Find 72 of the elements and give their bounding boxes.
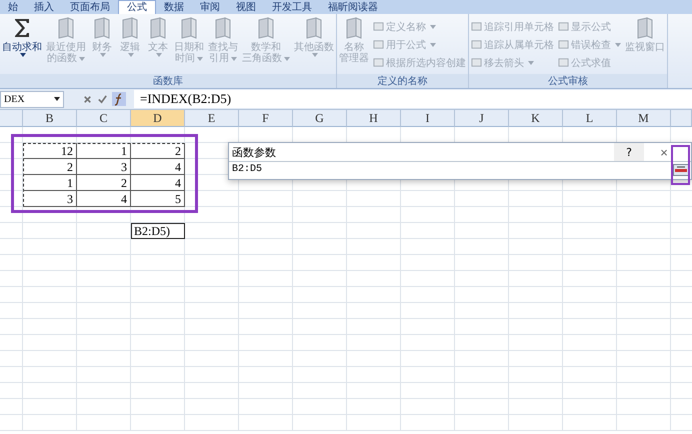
table-cell: 2: [131, 143, 185, 159]
column-header[interactable]: C: [77, 110, 131, 127]
cell-editor[interactable]: B2:D5): [131, 223, 185, 239]
column-header[interactable]: I: [401, 110, 455, 127]
formula-field[interactable]: =INDEX(B2:D5): [134, 90, 692, 108]
table-cell: 4: [77, 191, 131, 207]
close-button[interactable]: ×: [658, 143, 670, 161]
table-cell: 1: [23, 175, 77, 191]
ribbon-tab[interactable]: 页面布局: [62, 1, 118, 14]
caret-icon: [312, 53, 318, 57]
highlight-frame: [671, 145, 690, 185]
function-icon[interactable]: [112, 92, 126, 106]
table-cell: 2: [77, 175, 131, 191]
caret-icon: [430, 42, 436, 46]
table-cell: 3: [23, 191, 77, 207]
command-icon: [471, 21, 482, 32]
column-header[interactable]: D: [131, 110, 185, 127]
caret-icon: [128, 53, 134, 57]
caret-icon: [79, 56, 85, 60]
name-box[interactable]: DEX: [0, 90, 64, 108]
dialog-title: 函数参数: [231, 144, 277, 160]
column-header[interactable]: K: [509, 110, 563, 127]
table-cell: 3: [77, 159, 131, 175]
ribbon-tab[interactable]: 公式: [118, 0, 156, 14]
caret-icon: [430, 24, 436, 28]
table-cell: 5: [131, 191, 185, 207]
group-label: 公式审核: [469, 74, 667, 88]
table-cell: 4: [131, 159, 185, 175]
group-label: 定义的名称: [337, 74, 468, 88]
ribbon-tab[interactable]: 始: [0, 1, 26, 14]
command-icon: [373, 57, 384, 68]
input-field[interactable]: B2:D5: [229, 162, 673, 178]
caret-icon: [284, 56, 290, 60]
column-header[interactable]: E: [185, 110, 239, 127]
caret-icon: [528, 60, 534, 64]
column-header[interactable]: M: [617, 110, 671, 127]
column-header[interactable]: F: [239, 110, 293, 127]
ribbon-button[interactable]: 自动求和: [0, 15, 44, 57]
column-header[interactable]: B: [23, 110, 77, 127]
command-icon: [471, 39, 482, 50]
command-icon: [471, 57, 482, 68]
ribbon-tab[interactable]: 视图: [228, 1, 264, 14]
caret-icon: [231, 56, 237, 60]
table-cell: 12: [23, 143, 77, 159]
ribbon-tab[interactable]: 福昕阅读器: [320, 1, 386, 14]
caret-icon: [54, 97, 60, 101]
table-cell: 2: [23, 159, 77, 175]
column-header[interactable]: G: [293, 110, 347, 127]
ribbon-tab[interactable]: 开发工具: [264, 1, 320, 14]
table-cell: 1: [77, 143, 131, 159]
ribbon-tab[interactable]: 数据: [156, 1, 192, 14]
command-icon: [558, 21, 569, 32]
caret-icon: [615, 42, 621, 46]
expand-dialog-icon[interactable]: [673, 164, 689, 176]
command-icon: [373, 21, 384, 32]
command-icon: [558, 39, 569, 50]
column-header[interactable]: L: [563, 110, 617, 127]
group-label: 函数库: [0, 74, 336, 88]
caret-icon: [197, 56, 203, 60]
column-header[interactable]: J: [455, 110, 509, 127]
column-header[interactable]: H: [347, 110, 401, 127]
command-icon: [373, 39, 384, 50]
caret-icon: [156, 53, 162, 57]
cancel-icon[interactable]: [82, 94, 93, 104]
ribbon-tab[interactable]: 插入: [26, 1, 62, 14]
ribbon-tab[interactable]: 审阅: [192, 1, 228, 14]
help-button[interactable]: ?: [614, 143, 644, 161]
caret-icon: [100, 53, 106, 57]
checkmark-icon[interactable]: [97, 94, 108, 104]
command-icon: [558, 57, 569, 68]
table-cell: 4: [131, 175, 185, 191]
caret-icon: [20, 53, 26, 57]
